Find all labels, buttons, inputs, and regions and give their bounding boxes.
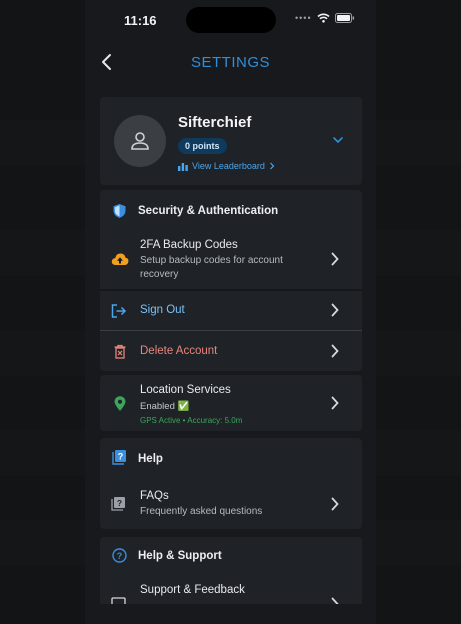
- status-icons: ••••: [295, 13, 355, 23]
- support-header: ? Help & Support: [100, 539, 362, 575]
- backup-codes-row[interactable]: 2FA Backup Codes Setup backup codes for …: [100, 228, 362, 288]
- help-card: ? Help ? FAQs Frequently asked questions: [100, 438, 362, 529]
- help-header: ? Help: [100, 440, 362, 476]
- help-header-label: Help: [138, 453, 163, 465]
- chevron-right-icon: [331, 252, 339, 266]
- chevron-right-icon: [331, 497, 339, 511]
- cloud-upload-icon: [111, 253, 129, 265]
- delete-account-row[interactable]: Delete Account: [100, 331, 362, 371]
- gps-status: GPS Active • Accuracy: 5.0m: [140, 416, 243, 425]
- backup-codes-title: 2FA Backup Codes: [140, 239, 238, 251]
- faqs-row[interactable]: ? FAQs Frequently asked questions: [100, 480, 362, 526]
- sign-out-label: Sign Out: [140, 304, 185, 316]
- sign-out-icon: [111, 304, 127, 318]
- location-pin-icon: [114, 396, 126, 411]
- bottom-fade: [85, 604, 376, 624]
- security-header: Security & Authentication: [100, 192, 362, 228]
- location-status: Enabled ✅: [140, 401, 190, 412]
- chevron-right-icon: [269, 162, 275, 170]
- chevron-right-icon: [331, 396, 339, 410]
- svg-text:?: ?: [118, 452, 124, 462]
- shield-icon: [113, 204, 126, 218]
- chevron-right-icon: [331, 344, 339, 358]
- user-icon: [131, 132, 149, 150]
- location-title: Location Services: [140, 384, 231, 396]
- question-circle-icon: ?: [112, 548, 127, 563]
- support-header-label: Help & Support: [138, 550, 222, 562]
- sign-out-row[interactable]: Sign Out: [100, 291, 362, 330]
- svg-text:?: ?: [117, 498, 122, 508]
- support-feedback-title: Support & Feedback: [140, 584, 245, 596]
- trash-icon: [114, 344, 126, 359]
- profile-card[interactable]: Sifterchief 0 points View Leaderboard: [100, 97, 362, 185]
- signal-icon: ••••: [295, 13, 312, 23]
- username: Sifterchief: [178, 114, 252, 131]
- bar-chart-icon: [178, 162, 188, 171]
- dynamic-island: [186, 7, 276, 33]
- points-badge: 0 points: [178, 138, 227, 154]
- faqs-title: FAQs: [140, 490, 169, 502]
- delete-account-label: Delete Account: [140, 345, 218, 357]
- settings-screen: 11:16 •••• SETTINGS Sifterchief 0 points…: [85, 0, 376, 624]
- leaderboard-label: View Leaderboard: [192, 161, 265, 171]
- status-bar: 11:16 ••••: [85, 0, 376, 40]
- faqs-subtitle: Frequently asked questions: [140, 506, 263, 517]
- status-time: 11:16: [124, 13, 157, 28]
- security-header-label: Security & Authentication: [138, 205, 279, 217]
- nav-bar: SETTINGS: [85, 44, 376, 80]
- faq-icon: ?: [111, 497, 125, 511]
- chevron-right-icon: [331, 303, 339, 317]
- wifi-icon: [317, 13, 330, 23]
- avatar: [114, 115, 166, 167]
- location-card[interactable]: Location Services Enabled ✅ GPS Active •…: [100, 375, 362, 431]
- svg-text:?: ?: [117, 551, 123, 561]
- chevron-down-icon[interactable]: [332, 135, 344, 145]
- battery-icon: [334, 13, 354, 23]
- security-card: Security & Authentication 2FA Backup Cod…: [100, 190, 362, 371]
- page-title: SETTINGS: [190, 54, 270, 71]
- help-book-icon: ?: [112, 450, 126, 465]
- backup-codes-subtitle: Setup backup codes for account recovery: [140, 255, 283, 280]
- view-leaderboard-link[interactable]: View Leaderboard: [178, 161, 275, 171]
